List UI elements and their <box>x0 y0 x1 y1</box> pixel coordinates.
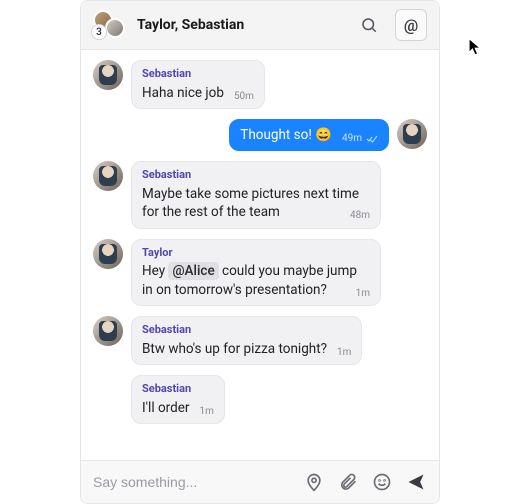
message-text-part: Hey <box>142 263 168 279</box>
message-time: 49m <box>342 132 362 146</box>
message-row: Sebastian I'll order 1m <box>93 375 427 424</box>
message-bubble[interactable]: Sebastian Maybe take some pictures next … <box>131 161 381 228</box>
message-bubble[interactable]: Sebastian Haha nice job 50m <box>131 60 265 109</box>
chat-window: 3 Taylor, Sebastian @ Sebastian Haha nic… <box>80 0 440 504</box>
message-list: Sebastian Haha nice job 50m Thought so! … <box>81 50 439 460</box>
chat-title: Taylor, Sebastian <box>137 17 343 33</box>
message-row: Sebastian Haha nice job 50m <box>93 60 427 109</box>
attach-button[interactable] <box>337 471 359 493</box>
message-time: 48m <box>350 209 370 223</box>
avatar[interactable] <box>93 60 123 90</box>
message-row: Taylor Hey @Alice could you maybe jump i… <box>93 239 427 306</box>
avatar[interactable] <box>397 119 427 149</box>
message-sender: Sebastian <box>142 67 254 82</box>
message-bubble[interactable]: Sebastian Btw who's up for pizza tonight… <box>131 316 362 365</box>
participant-avatars[interactable]: 3 <box>93 10 127 40</box>
search-button[interactable] <box>353 9 385 41</box>
participant-count-badge: 3 <box>91 24 107 40</box>
message-text: Maybe take some pictures next time for t… <box>142 186 359 220</box>
chat-header: 3 Taylor, Sebastian @ <box>81 1 439 50</box>
avatar[interactable] <box>93 316 123 346</box>
avatar[interactable] <box>93 239 123 269</box>
location-pin-icon <box>304 472 324 492</box>
message-row: Thought so! 😄 49m <box>93 119 427 151</box>
message-sender: Taylor <box>142 246 370 261</box>
message-text: Thought so! 😄 <box>240 127 332 143</box>
message-input[interactable] <box>93 474 291 490</box>
avatar[interactable] <box>93 161 123 191</box>
message-sender: Sebastian <box>142 382 214 397</box>
message-time: 50m <box>234 90 254 104</box>
message-text: Btw who's up for pizza tonight? <box>142 341 327 357</box>
message-text: Haha nice job <box>142 85 224 101</box>
message-row: Sebastian Maybe take some pictures next … <box>93 161 427 228</box>
mention-chip[interactable]: @Alice <box>168 262 218 280</box>
message-text: Hey @Alice could you maybe jump in on to… <box>142 262 357 297</box>
paperclip-icon <box>338 472 358 492</box>
search-icon <box>360 16 378 34</box>
mentions-button[interactable]: @ <box>395 9 427 41</box>
message-bubble[interactable]: Taylor Hey @Alice could you maybe jump i… <box>131 239 381 306</box>
read-receipt-icon <box>366 133 378 145</box>
avatar <box>105 18 125 38</box>
message-bubble[interactable]: Thought so! 😄 49m <box>229 119 389 151</box>
composer <box>81 460 439 503</box>
send-icon <box>406 472 426 492</box>
message-time: 1m <box>199 405 213 419</box>
location-button[interactable] <box>303 471 325 493</box>
smile-icon <box>372 472 392 492</box>
emoji-button[interactable] <box>371 471 393 493</box>
message-bubble[interactable]: Sebastian I'll order 1m <box>131 375 225 424</box>
message-text: I'll order <box>142 400 189 416</box>
mouse-cursor <box>468 38 482 58</box>
message-time: 1m <box>337 346 351 360</box>
at-icon: @ <box>404 16 418 35</box>
message-sender: Sebastian <box>142 168 370 183</box>
message-time: 1m <box>356 287 370 301</box>
message-row: Sebastian Btw who's up for pizza tonight… <box>93 316 427 365</box>
send-button[interactable] <box>405 471 427 493</box>
message-sender: Sebastian <box>142 323 351 338</box>
